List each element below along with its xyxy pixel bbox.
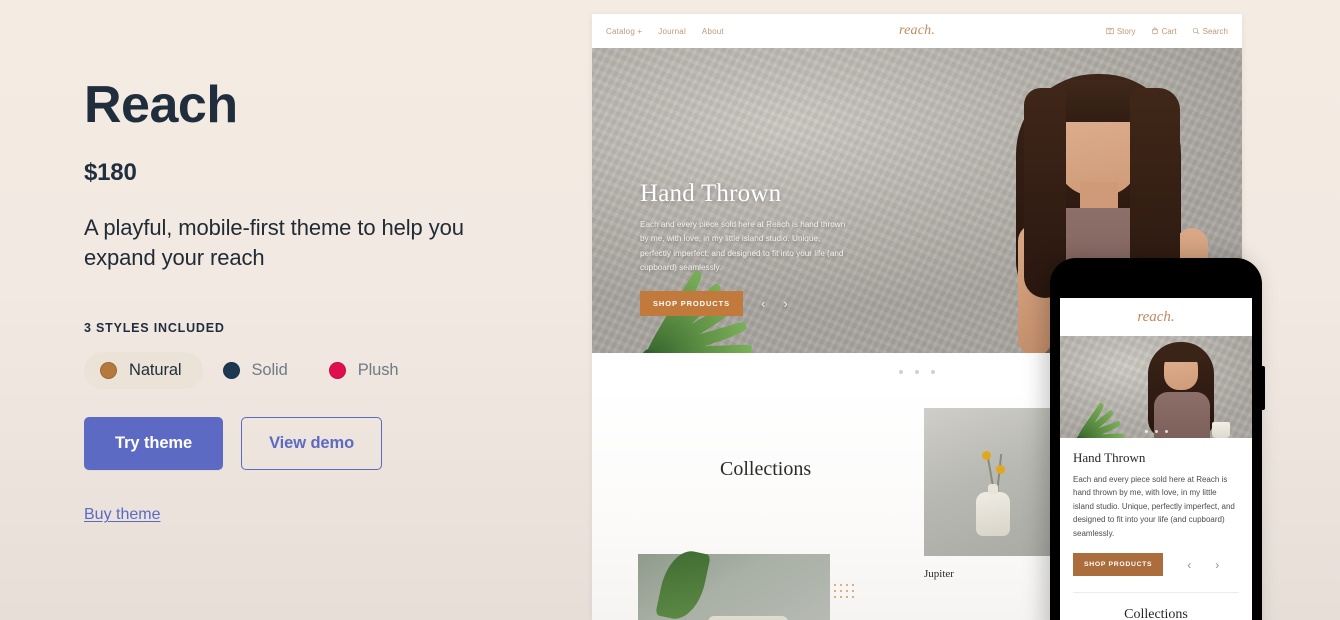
style-label: Solid xyxy=(251,361,288,380)
style-selector: Natural Solid Plush xyxy=(84,352,592,390)
mobile-hero-body-text: Each and every piece sold here at Reach … xyxy=(1073,475,1235,538)
hero-content: Hand Thrown Each and every piece sold he… xyxy=(640,180,910,317)
style-option-natural[interactable]: Natural xyxy=(84,352,203,390)
carousel-dot[interactable] xyxy=(1154,430,1158,433)
color-swatch-solid xyxy=(222,362,240,380)
nav-story-button[interactable]: Story xyxy=(1106,27,1136,36)
carousel-dot[interactable] xyxy=(1164,430,1168,433)
nav-search-label: Search xyxy=(1202,26,1228,36)
styles-included-label: 3 STYLES INCLUDED xyxy=(84,321,225,336)
mobile-theme-preview[interactable]: reach. Hand Thrown Each and every piece … xyxy=(1050,258,1265,620)
carousel-dot[interactable] xyxy=(931,370,935,374)
buy-theme-link[interactable]: Buy theme xyxy=(84,506,160,524)
style-label: Plush xyxy=(357,361,399,380)
theme-description: A playful, mobile-first theme to help yo… xyxy=(84,214,464,270)
book-icon xyxy=(1106,27,1114,35)
nav-search-button[interactable]: Search xyxy=(1192,27,1228,36)
mobile-next-arrow-icon[interactable]: › xyxy=(1215,559,1219,571)
phone-screen: reach. Hand Thrown Each and every piece … xyxy=(1060,298,1252,620)
style-option-plush[interactable]: Plush xyxy=(313,352,420,389)
nav-cart-button[interactable]: Cart xyxy=(1151,27,1177,36)
hero-cta-row: SHOP PRODUCTS ‹ › xyxy=(640,291,910,317)
hero-shop-products-button[interactable]: SHOP PRODUCTS xyxy=(640,291,743,317)
bag-icon xyxy=(1151,27,1159,35)
speckle-decoration xyxy=(832,582,858,600)
carousel-dot[interactable] xyxy=(899,370,903,374)
mobile-carousel-dots xyxy=(1060,430,1252,433)
view-demo-button[interactable]: View demo xyxy=(241,417,383,471)
preview-site-header: Catalog + Journal About reach. Story Car… xyxy=(592,14,1242,48)
product-image-secondary[interactable] xyxy=(638,546,830,620)
mobile-hero-content: Hand Thrown Each and every piece sold he… xyxy=(1060,438,1252,620)
mobile-hero-cta-row: SHOP PRODUCTS ‹ › xyxy=(1073,553,1239,577)
action-buttons: Try theme View demo xyxy=(84,417,592,471)
style-label: Natural xyxy=(129,361,182,380)
mobile-collections-heading: Collections xyxy=(1124,607,1188,620)
nav-link-about[interactable]: About xyxy=(702,27,724,36)
style-option-solid[interactable]: Solid xyxy=(207,352,309,389)
hero-title: Hand Thrown xyxy=(640,180,782,207)
color-swatch-plush xyxy=(328,362,346,380)
mobile-shop-products-button[interactable]: SHOP PRODUCTS xyxy=(1073,553,1164,577)
mobile-site-header: reach. xyxy=(1060,298,1252,336)
collections-heading: Collections xyxy=(720,458,812,480)
hero-body-text: Each and every piece sold here at Reach … xyxy=(640,220,846,273)
theme-details-panel: Reach $180 A playful, mobile-first theme… xyxy=(0,0,592,620)
nav-cart-label: Cart xyxy=(1161,26,1177,36)
color-swatch-natural xyxy=(100,362,117,380)
preview-nav-right: Story Cart Search xyxy=(1106,27,1228,36)
page-title: Reach xyxy=(84,76,238,134)
carousel-dot[interactable] xyxy=(915,370,919,374)
hero-next-arrow-icon[interactable]: › xyxy=(783,297,787,310)
mobile-hero-banner xyxy=(1060,336,1252,438)
preview-nav-left: Catalog + Journal About xyxy=(606,27,724,36)
product-label-jupiter: Jupiter xyxy=(924,568,954,580)
mobile-prev-arrow-icon[interactable]: ‹ xyxy=(1187,559,1191,571)
product-image-jupiter[interactable] xyxy=(924,408,1064,556)
phone-power-button xyxy=(1262,366,1265,410)
nav-link-catalog[interactable]: Catalog + xyxy=(606,27,642,36)
carousel-dot[interactable] xyxy=(1144,430,1148,433)
theme-price: $180 xyxy=(84,158,137,186)
mobile-site-logo: reach. xyxy=(1137,308,1175,325)
nav-link-journal[interactable]: Journal xyxy=(658,27,686,36)
hero-prev-arrow-icon[interactable]: ‹ xyxy=(761,297,765,310)
search-icon xyxy=(1192,27,1200,35)
mobile-hero-title: Hand Thrown xyxy=(1073,450,1146,465)
try-theme-button[interactable]: Try theme xyxy=(84,417,224,471)
nav-story-label: Story xyxy=(1116,26,1136,36)
